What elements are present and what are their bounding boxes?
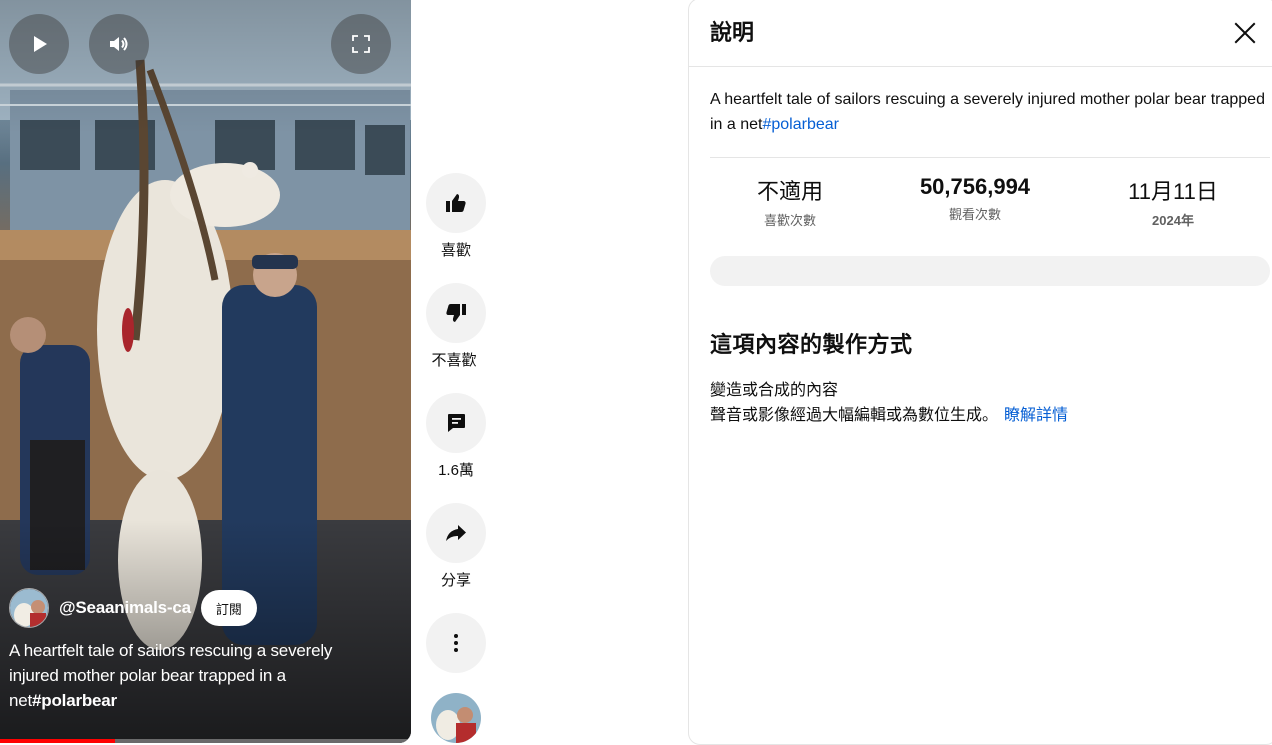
video-caption[interactable]: A heartfelt tale of sailors rescuing a s… <box>9 638 379 713</box>
like-action: 喜歡 <box>426 173 486 260</box>
fullscreen-button[interactable] <box>331 14 391 74</box>
share-label: 分享 <box>440 572 471 589</box>
comment-button[interactable] <box>426 393 486 453</box>
video-overlay-gradient <box>0 0 411 743</box>
video-caption-hashtag[interactable]: #polarbear <box>32 691 117 710</box>
panel-header: 說明 <box>689 0 1272 67</box>
altered-content-label: 變造或合成的內容 <box>710 382 839 399</box>
likes-value: 不適用 <box>756 179 823 204</box>
description-divider <box>710 157 1270 158</box>
more-options-button[interactable] <box>426 613 486 673</box>
volume-icon <box>110 37 128 51</box>
more-vertical-icon <box>454 634 458 652</box>
more-action <box>426 613 486 673</box>
views-value: 50,756,994 <box>919 174 1031 199</box>
play-icon <box>34 36 47 52</box>
altered-content-description: 聲音或影像經過大幅編輯或為數位生成。 瞭解詳情 <box>710 401 1068 425</box>
share-button[interactable] <box>426 503 486 563</box>
comment-icon <box>448 414 465 432</box>
learn-more-link[interactable]: 瞭解詳情 <box>1004 407 1068 424</box>
sound-source-avatar[interactable] <box>431 693 481 743</box>
dislike-action: 不喜歡 <box>426 283 486 370</box>
description-text: A heartfelt tale of sailors rescuing a s… <box>710 87 1270 137</box>
like-button[interactable] <box>426 173 486 233</box>
altered-content-text: 聲音或影像經過大幅編輯或為數位生成。 <box>710 407 999 424</box>
channel-row: @Seaanimals-ca 訂閱 <box>9 588 257 628</box>
comment-count: 1.6萬 <box>438 462 474 479</box>
shorts-video-player[interactable]: @Seaanimals-ca 訂閱 A heartfelt tale of sa… <box>0 0 411 743</box>
views-label: 觀看次數 <box>948 207 1001 222</box>
subscribe-button[interactable]: 訂閱 <box>200 590 257 626</box>
how-made-title: 這項內容的製作方式 <box>710 332 913 357</box>
likes-label: 喜歡次數 <box>763 213 816 228</box>
loading-placeholder-bar <box>710 256 1270 286</box>
like-label: 喜歡 <box>440 242 471 259</box>
dislike-button[interactable] <box>426 283 486 343</box>
thumbs-up-icon <box>446 194 466 212</box>
video-progress-fill <box>0 739 116 743</box>
likes-stat: 不適用 喜歡次數 <box>750 174 830 229</box>
comment-action: 1.6萬 <box>426 393 486 480</box>
description-panel: 說明 A heartfelt tale of sailors rescuing … <box>688 0 1272 745</box>
date-value: 11月11日 <box>1128 179 1218 204</box>
channel-handle[interactable]: @Seaanimals-ca <box>59 598 191 618</box>
channel-avatar[interactable] <box>9 588 49 628</box>
description-hashtag-link[interactable]: #polarbear <box>762 116 839 133</box>
volume-button[interactable] <box>89 14 149 74</box>
video-stats: 不適用 喜歡次數 50,756,994 觀看次數 11月11日 2024年 <box>710 174 1270 234</box>
close-button[interactable] <box>1227 15 1263 51</box>
date-year: 2024年 <box>1152 213 1194 228</box>
fullscreen-icon <box>352 35 370 53</box>
video-progress-bar[interactable] <box>0 739 411 743</box>
dislike-label: 不喜歡 <box>431 352 477 369</box>
close-icon <box>1234 22 1256 44</box>
thumbs-down-icon <box>446 304 466 322</box>
share-arrow-icon <box>446 525 466 541</box>
panel-title: 說明 <box>710 20 755 45</box>
play-button[interactable] <box>9 14 69 74</box>
share-action: 分享 <box>426 503 486 590</box>
date-stat: 11月11日 2024年 <box>1113 174 1233 229</box>
views-stat: 50,756,994 觀看次數 <box>905 174 1045 223</box>
